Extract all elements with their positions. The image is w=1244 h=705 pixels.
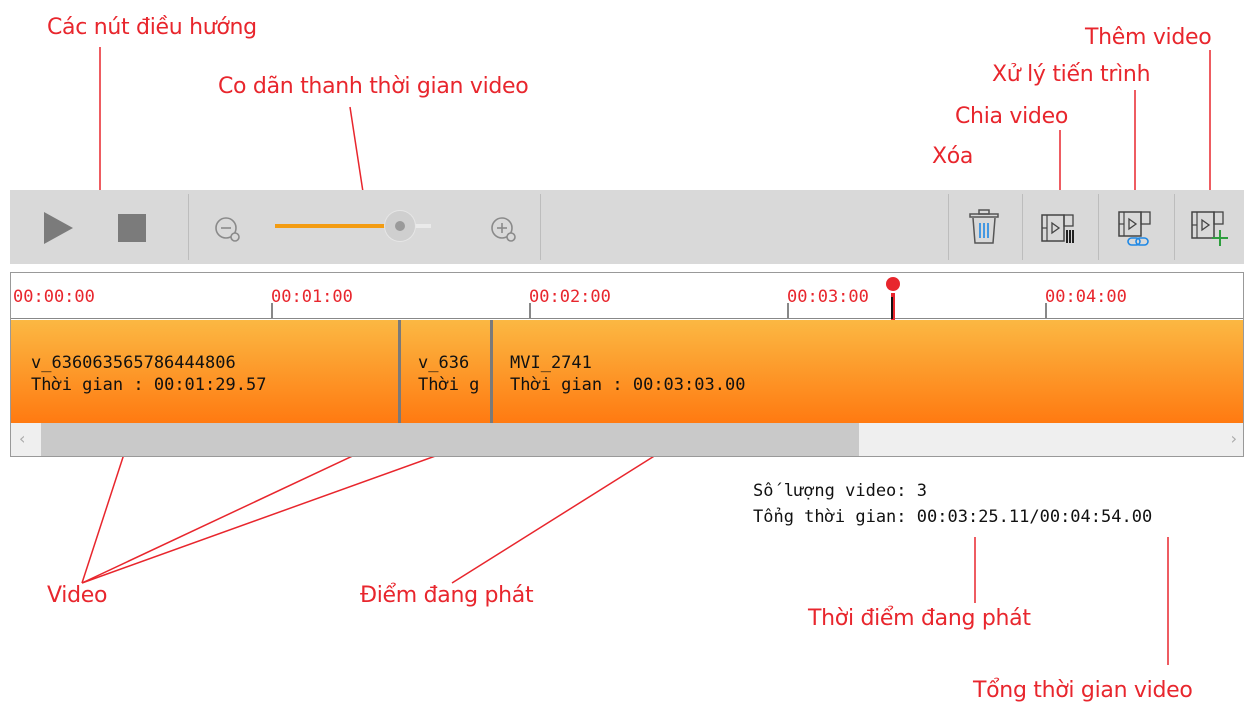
- ruler-tick-label: 00:00:00: [13, 287, 95, 307]
- add-video-icon: [1191, 211, 1228, 246]
- video-clip[interactable]: v_636063565786444806 Thời gian : 00:01:2…: [11, 320, 401, 423]
- annotation-add-video: Thêm video: [1085, 25, 1212, 50]
- annotation-total-time: Tổng thời gian video: [973, 678, 1193, 703]
- toolbar-separator: [948, 194, 949, 260]
- zoom-out-button[interactable]: [210, 212, 246, 248]
- zoom-out-icon: [215, 217, 240, 242]
- annotation-current-time: Thời điểm đang phát: [808, 606, 1031, 631]
- zoom-slider[interactable]: [275, 211, 431, 241]
- annotation-play-point: Điểm đang phát: [360, 583, 534, 608]
- clip-name: v_636: [418, 353, 470, 373]
- ruler-tick-label: 00:01:00: [271, 287, 353, 307]
- annotation-zoom: Co dãn thanh thời gian video: [218, 74, 529, 99]
- scroll-right-icon[interactable]: ›: [1231, 429, 1237, 448]
- clip-duration: Thời g: [418, 375, 480, 395]
- annotation-process: Xử lý tiến trình: [992, 62, 1151, 87]
- clip-name: v_636063565786444806: [31, 353, 236, 373]
- split-video-icon: [1041, 214, 1074, 243]
- annotation-split: Chia video: [955, 104, 1068, 129]
- video-clip[interactable]: v_636 Thời g: [401, 320, 493, 423]
- video-count: Số lượng video: 3: [753, 481, 928, 501]
- zoom-slider-fill: [275, 224, 400, 228]
- video-clip[interactable]: MVI_2741 Thời gian : 00:03:03.00: [493, 320, 1243, 423]
- zoom-slider-thumb[interactable]: [385, 211, 415, 241]
- toolbar: [10, 190, 1244, 264]
- timeline-scrollbar[interactable]: ‹ ›: [11, 423, 1243, 456]
- annotation-video: Video: [47, 583, 108, 608]
- ruler-tick: [1045, 303, 1047, 319]
- clip-duration: Thời gian : 00:01:29.57: [31, 375, 267, 395]
- add-video-button[interactable]: [1186, 204, 1232, 250]
- zoom-in-button[interactable]: [486, 212, 522, 248]
- annotation-delete: Xóa: [932, 144, 974, 169]
- timeline-status: Số lượng video: 3 Tổng thời gian: 00:03:…: [753, 478, 1152, 530]
- trash-icon: [969, 209, 999, 244]
- stop-icon: [118, 214, 146, 242]
- play-button[interactable]: [38, 208, 78, 248]
- delete-button[interactable]: [963, 204, 1005, 250]
- scroll-left-icon[interactable]: ‹: [19, 429, 25, 448]
- ruler-tick-label: 00:03:00: [787, 287, 869, 307]
- playhead-position: [891, 297, 893, 319]
- playhead-handle[interactable]: [886, 277, 900, 291]
- toolbar-separator: [188, 194, 189, 260]
- process-icon: [1118, 211, 1151, 246]
- timeline[interactable]: 00:00:00 00:01:00 00:02:00 00:03:00 00:0…: [10, 272, 1244, 457]
- scrollbar-thumb[interactable]: [41, 423, 859, 456]
- process-button[interactable]: [1113, 204, 1159, 250]
- toolbar-separator: [1098, 194, 1099, 260]
- clip-duration: Thời gian : 00:03:03.00: [510, 375, 746, 395]
- ruler-tick-label: 00:04:00: [1045, 287, 1127, 307]
- total-duration: Tổng thời gian: 00:03:25.11/00:04:54.00: [753, 507, 1153, 527]
- ruler-tick: [271, 303, 273, 319]
- ruler-baseline: [11, 318, 1243, 319]
- ruler-tick: [787, 303, 789, 319]
- toolbar-separator: [1022, 194, 1023, 260]
- ruler-tick-label: 00:02:00: [529, 287, 611, 307]
- zoom-in-icon: [491, 217, 516, 242]
- toolbar-separator: [1174, 194, 1175, 260]
- ruler-tick: [529, 303, 531, 319]
- video-track: v_636063565786444806 Thời gian : 00:01:2…: [11, 320, 1243, 423]
- stop-button[interactable]: [114, 210, 150, 246]
- clip-name: MVI_2741: [510, 353, 592, 373]
- annotation-nav-buttons: Các nút điều hướng: [47, 15, 257, 40]
- split-video-button[interactable]: [1036, 204, 1082, 250]
- toolbar-separator: [540, 194, 541, 260]
- play-icon: [44, 212, 73, 244]
